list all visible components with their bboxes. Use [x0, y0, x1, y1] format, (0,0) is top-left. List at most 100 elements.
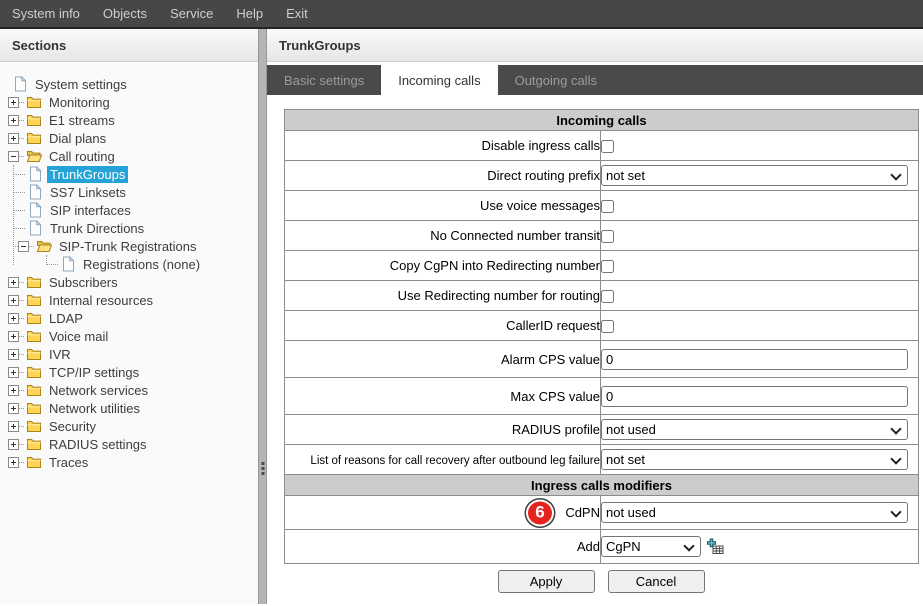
- folder-icon: [26, 292, 42, 308]
- expand-plus-icon[interactable]: [8, 277, 19, 288]
- expand-plus-icon[interactable]: [8, 403, 19, 414]
- collapse-minus-icon[interactable]: [8, 151, 19, 162]
- tree-item-traces[interactable]: Traces: [0, 453, 258, 471]
- tree-item-label: TrunkGroups: [47, 166, 128, 183]
- cancel-button[interactable]: Cancel: [608, 570, 705, 593]
- field-label-cell: Add: [285, 530, 601, 564]
- tree-item-trunk-directions[interactable]: Trunk Directions: [0, 219, 258, 237]
- field-label: CallerID request: [506, 318, 600, 333]
- tree-item-call-routing[interactable]: Call routing: [0, 147, 258, 165]
- apply-button[interactable]: Apply: [498, 570, 595, 593]
- tree-item-voice-mail[interactable]: Voice mail: [0, 327, 258, 345]
- field-label: Disable ingress calls: [482, 138, 601, 153]
- document-icon: [60, 256, 76, 272]
- tree-item-e1-streams[interactable]: E1 streams: [0, 111, 258, 129]
- expand-plus-icon[interactable]: [8, 349, 19, 360]
- tree-item-radius-settings[interactable]: RADIUS settings: [0, 435, 258, 453]
- expand-plus-icon[interactable]: [8, 367, 19, 378]
- collapse-minus-icon[interactable]: [18, 241, 29, 252]
- tree-item-label: Network utilities: [46, 400, 143, 417]
- expand-plus-icon[interactable]: [8, 115, 19, 126]
- checkbox-copy-cgpn-into-redirecting-number[interactable]: [601, 260, 614, 273]
- field-label-cell: Direct routing prefix: [285, 161, 601, 191]
- document-icon: [27, 202, 43, 218]
- tab-basic-settings[interactable]: Basic settings: [267, 65, 381, 95]
- tree-connector: [19, 372, 24, 373]
- input-alarm-cps-value[interactable]: [601, 349, 908, 370]
- tree-item-ivr[interactable]: IVR: [0, 345, 258, 363]
- form-row-callerid-request: CallerID request: [285, 311, 919, 341]
- field-label-cell: Copy CgPN into Redirecting number: [285, 251, 601, 281]
- add-entry-icon[interactable]: [707, 538, 724, 555]
- checkbox-callerid-request[interactable]: [601, 320, 614, 333]
- expand-plus-icon[interactable]: [8, 421, 19, 432]
- field-label-cell: Alarm CPS value: [285, 341, 601, 378]
- menu-item-help[interactable]: Help: [236, 6, 263, 21]
- sections-tree: System settingsMonitoringE1 streamsDial …: [0, 62, 258, 604]
- tree-item-registrations-none[interactable]: Registrations (none): [0, 255, 258, 273]
- field-label: No Connected number transit: [430, 228, 600, 243]
- tree-item-security[interactable]: Security: [0, 417, 258, 435]
- select-list-of-reasons-for-call-recovery-after-outbound-leg-failure[interactable]: not set: [601, 449, 908, 470]
- select-add[interactable]: CgPN: [601, 536, 701, 557]
- form-row-no-connected-number-transit: No Connected number transit: [285, 221, 919, 251]
- select-cdpn[interactable]: not used: [601, 502, 908, 523]
- folder-open-icon: [26, 148, 42, 164]
- field-control-cell: [601, 281, 919, 311]
- tree-connector: [19, 120, 24, 121]
- field-label: Max CPS value: [510, 389, 600, 404]
- field-control-cell: [601, 221, 919, 251]
- tree-item-sip-interfaces[interactable]: SIP interfaces: [0, 201, 258, 219]
- expand-plus-icon[interactable]: [8, 295, 19, 306]
- expand-plus-icon[interactable]: [8, 331, 19, 342]
- tree-item-internal-resources[interactable]: Internal resources: [0, 291, 258, 309]
- section-header: Incoming calls: [285, 110, 919, 131]
- expand-plus-icon[interactable]: [8, 313, 19, 324]
- field-label-cell: Max CPS value: [285, 378, 601, 415]
- menu-item-objects[interactable]: Objects: [103, 6, 147, 21]
- tree-item-label: SS7 Linksets: [47, 184, 129, 201]
- menu-item-system-info[interactable]: System info: [12, 6, 80, 21]
- tab-incoming-calls[interactable]: Incoming calls: [381, 65, 497, 95]
- document-icon: [12, 76, 28, 92]
- tree-connector: [13, 174, 25, 175]
- field-label: Use voice messages: [480, 198, 600, 213]
- expand-plus-icon[interactable]: [8, 97, 19, 108]
- tree-item-network-utilities[interactable]: Network utilities: [0, 399, 258, 417]
- select-radius-profile[interactable]: not used: [601, 419, 908, 440]
- tree-item-label: Voice mail: [46, 328, 111, 345]
- tree-item-monitoring[interactable]: Monitoring: [0, 93, 258, 111]
- splitter-grip-icon[interactable]: [261, 462, 264, 475]
- tree-connector: [13, 228, 25, 229]
- field-label-cell: CallerID request: [285, 311, 601, 341]
- tab-outgoing-calls[interactable]: Outgoing calls: [498, 65, 614, 95]
- input-max-cps-value[interactable]: [601, 386, 908, 407]
- tree-item-tcp-ip-settings[interactable]: TCP/IP settings: [0, 363, 258, 381]
- select-direct-routing-prefix[interactable]: not set: [601, 165, 908, 186]
- tree-children: TrunkGroupsSS7 LinksetsSIP interfacesTru…: [0, 165, 258, 273]
- expand-plus-icon[interactable]: [8, 385, 19, 396]
- menu-item-exit[interactable]: Exit: [286, 6, 308, 21]
- checkbox-no-connected-number-transit[interactable]: [601, 230, 614, 243]
- field-control-cell: [601, 378, 919, 415]
- tree-item-trunkgroups[interactable]: TrunkGroups: [0, 165, 258, 183]
- tree-item-subscribers[interactable]: Subscribers: [0, 273, 258, 291]
- tree-connector: [19, 444, 24, 445]
- tree-item-sip-trunk-registrations[interactable]: SIP-Trunk Registrations: [0, 237, 258, 255]
- tree-item-ss7-linksets[interactable]: SS7 Linksets: [0, 183, 258, 201]
- tree-item-network-services[interactable]: Network services: [0, 381, 258, 399]
- tree-item-system-settings[interactable]: System settings: [0, 75, 258, 93]
- checkbox-disable-ingress-calls[interactable]: [601, 140, 614, 153]
- tree-item-ldap[interactable]: LDAP: [0, 309, 258, 327]
- checkbox-use-voice-messages[interactable]: [601, 200, 614, 213]
- expand-plus-icon[interactable]: [8, 457, 19, 468]
- checkbox-use-redirecting-number-for-routing[interactable]: [601, 290, 614, 303]
- expand-plus-icon[interactable]: [8, 439, 19, 450]
- panel-splitter[interactable]: [258, 29, 267, 604]
- expand-plus-icon[interactable]: [8, 133, 19, 144]
- field-control-cell: not set: [601, 161, 919, 191]
- tree-item-dial-plans[interactable]: Dial plans: [0, 129, 258, 147]
- folder-icon: [26, 112, 42, 128]
- menu-item-service[interactable]: Service: [170, 6, 213, 21]
- content-area: Incoming calls Disable ingress calls Direc…: [267, 95, 923, 604]
